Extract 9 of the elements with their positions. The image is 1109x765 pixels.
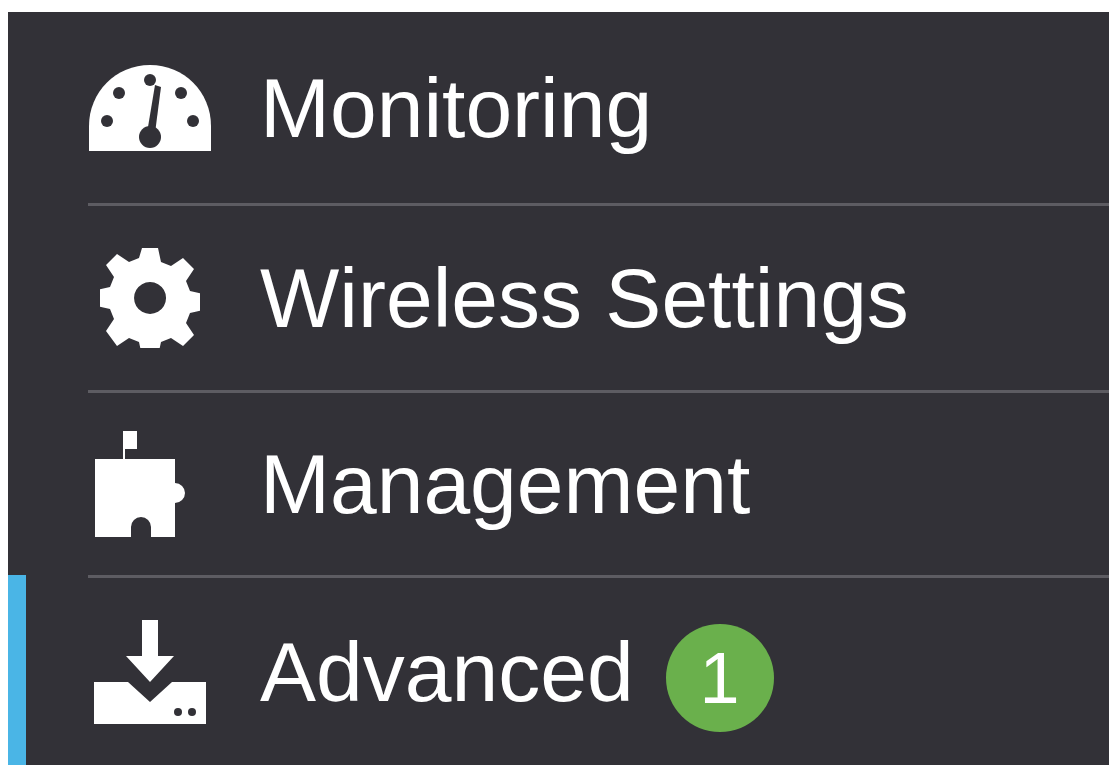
- nav-item[interactable]: Management: [26, 393, 1109, 575]
- gauge-icon: [89, 64, 211, 151]
- nav-label: Advanced: [260, 629, 634, 714]
- notification-badge: 1: [665, 623, 774, 732]
- download-icon: [94, 619, 206, 724]
- nav-item[interactable]: Monitoring: [26, 12, 1109, 203]
- settings-icon: [100, 248, 200, 348]
- nav-item[interactable]: Advanced 1: [26, 578, 1109, 765]
- nav-item[interactable]: Wireless Settings: [26, 206, 1109, 390]
